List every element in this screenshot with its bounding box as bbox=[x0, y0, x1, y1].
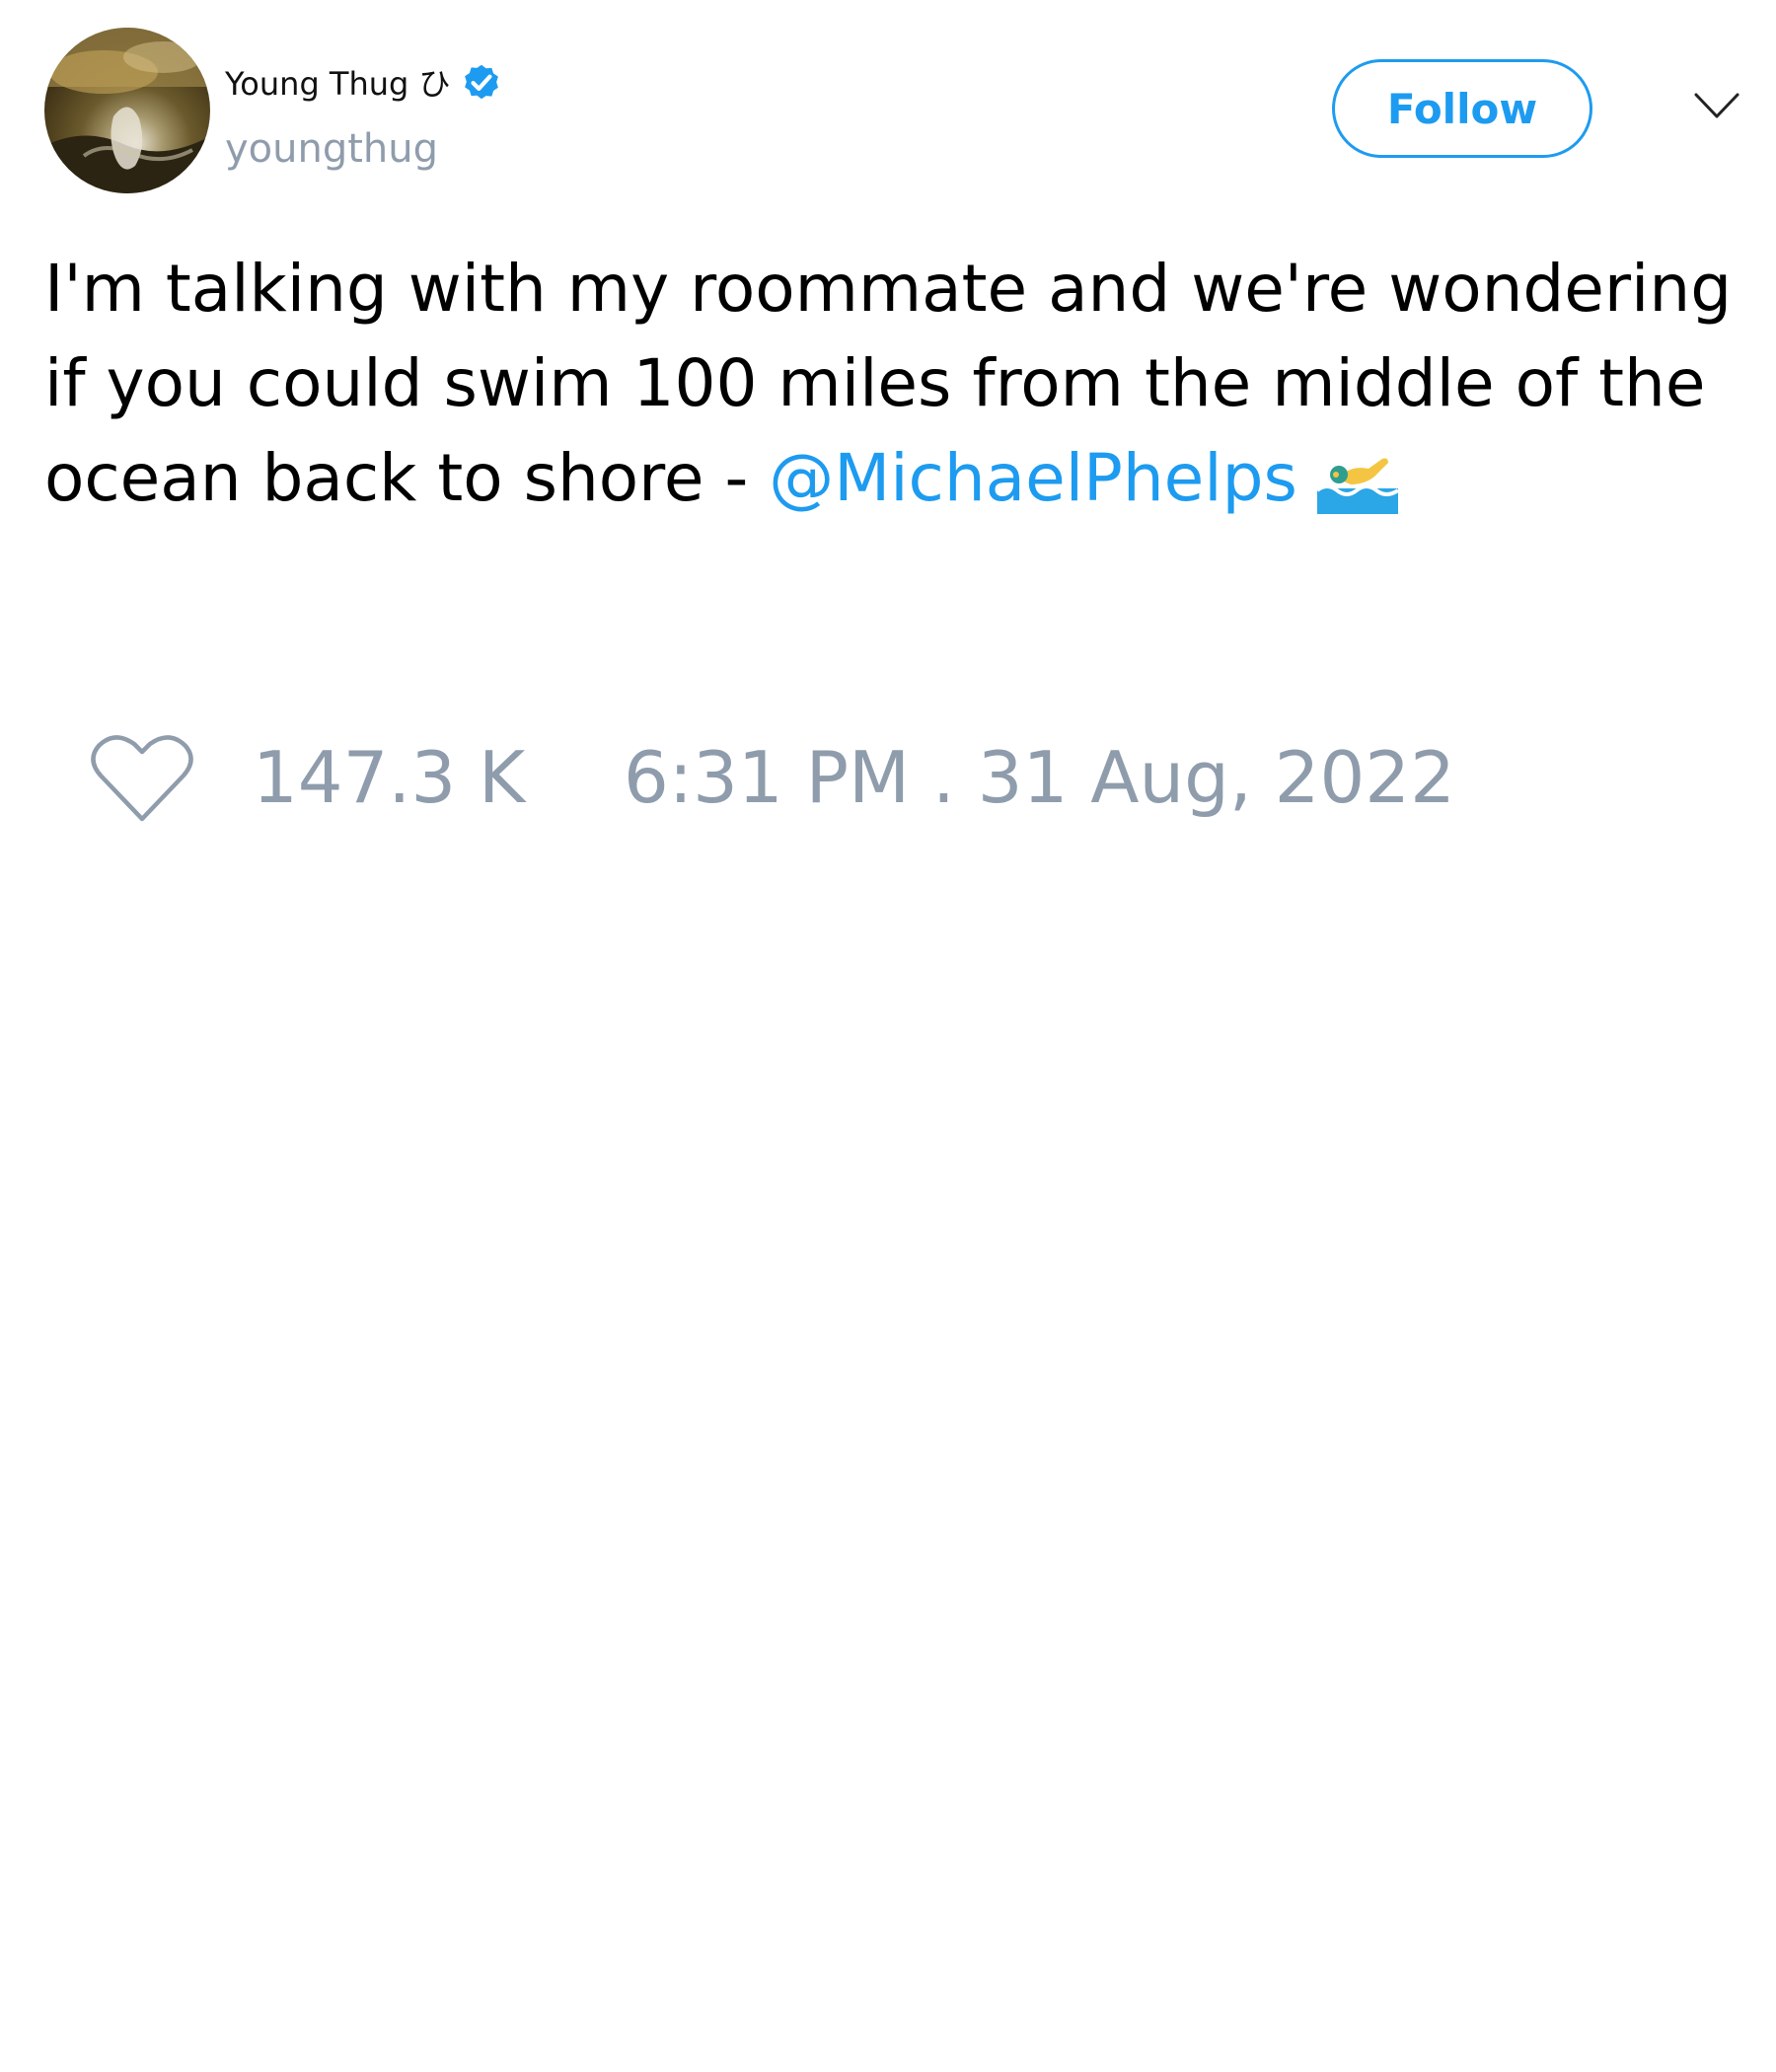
author-handle[interactable]: youngthug bbox=[225, 126, 438, 172]
mention-link[interactable]: @MichaelPhelps bbox=[769, 440, 1297, 516]
swimmer-emoji-icon bbox=[1316, 458, 1398, 514]
tweet-card: Young Thug ひ youngthug Follow I'm talkin… bbox=[0, 0, 1776, 2072]
chevron-down-icon[interactable] bbox=[1693, 91, 1740, 122]
avatar-image bbox=[44, 28, 210, 193]
tweet-text: I'm talking with my roommate and we're w… bbox=[44, 242, 1741, 526]
follow-button[interactable]: Follow bbox=[1332, 59, 1592, 158]
display-name[interactable]: Young Thug ひ bbox=[225, 59, 451, 105]
avatar[interactable] bbox=[44, 28, 210, 193]
author-name-row: Young Thug ひ bbox=[225, 59, 504, 105]
heart-icon[interactable] bbox=[89, 730, 195, 825]
tweet-timestamp[interactable]: 6:31 PM . 31 Aug, 2022 bbox=[624, 738, 1455, 817]
like-count: 147.3 K bbox=[253, 736, 526, 819]
verified-badge-icon bbox=[464, 64, 498, 100]
